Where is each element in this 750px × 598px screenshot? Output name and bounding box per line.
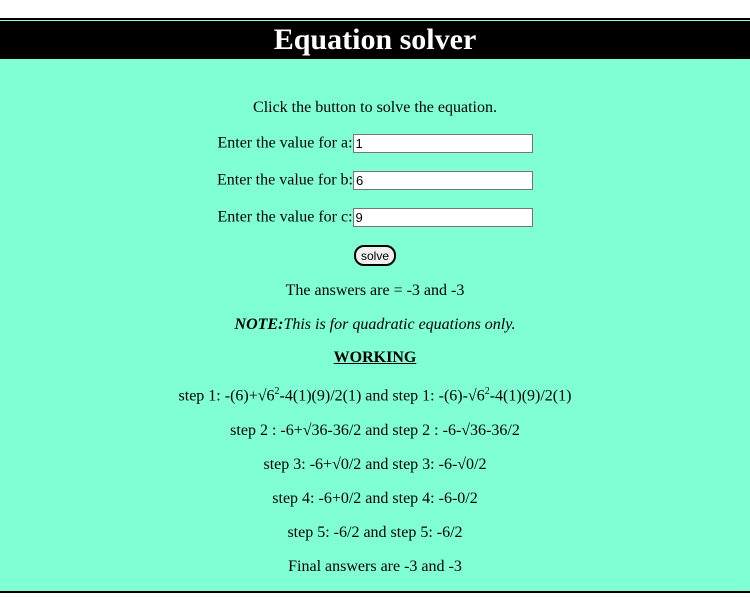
- field-c-row: Enter the value for c:: [0, 208, 750, 227]
- step-1-part-b: -4(1)(9)/2(1) and step 1: -(6)-√6: [279, 387, 485, 405]
- field-a-input[interactable]: [352, 134, 533, 153]
- final-answers: Final answers are -3 and -3: [288, 558, 462, 575]
- note-text: This is for quadratic equations only.: [283, 316, 516, 333]
- step-2: step 2 : -6+√36-36/2 and step 2 : -6-√36…: [230, 422, 520, 439]
- field-c-input[interactable]: [352, 208, 533, 227]
- field-b-input[interactable]: [352, 171, 533, 190]
- step-1: step 1: -(6)+√62-4(1)(9)/2(1) and step 1…: [0, 386, 750, 405]
- working-heading-text: WORKING: [333, 349, 417, 366]
- solve-button[interactable]: solve: [353, 245, 396, 266]
- intro-text: Click the button to solve the equation.: [253, 99, 497, 116]
- field-a-label: Enter the value for a:: [217, 134, 353, 152]
- field-a-row: Enter the value for a:: [0, 134, 750, 153]
- step-5: step 5: -6/2 and step 5: -6/2: [287, 524, 463, 541]
- step-1-part-a: step 1: -(6)+√6: [178, 387, 275, 405]
- note-line: NOTE:This is for quadratic equations onl…: [0, 316, 750, 334]
- field-b-label: Enter the value for b:: [217, 171, 353, 189]
- solve-row: solve: [0, 245, 750, 266]
- note-label: NOTE:: [234, 316, 284, 333]
- page-title: Equation solver: [0, 21, 750, 59]
- step-1-part-c: -4(1)(9)/2(1): [489, 387, 572, 405]
- step-4: step 4: -6+0/2 and step 4: -6-0/2: [272, 490, 478, 507]
- working-heading: WORKING: [0, 349, 750, 367]
- answers-text: The answers are = -3 and -3: [285, 282, 465, 299]
- step-3: step 3: -6+√0/2 and step 3: -6-√0/2: [263, 456, 487, 473]
- field-b-row: Enter the value for b:: [0, 171, 750, 190]
- field-c-label: Enter the value for c:: [217, 208, 353, 226]
